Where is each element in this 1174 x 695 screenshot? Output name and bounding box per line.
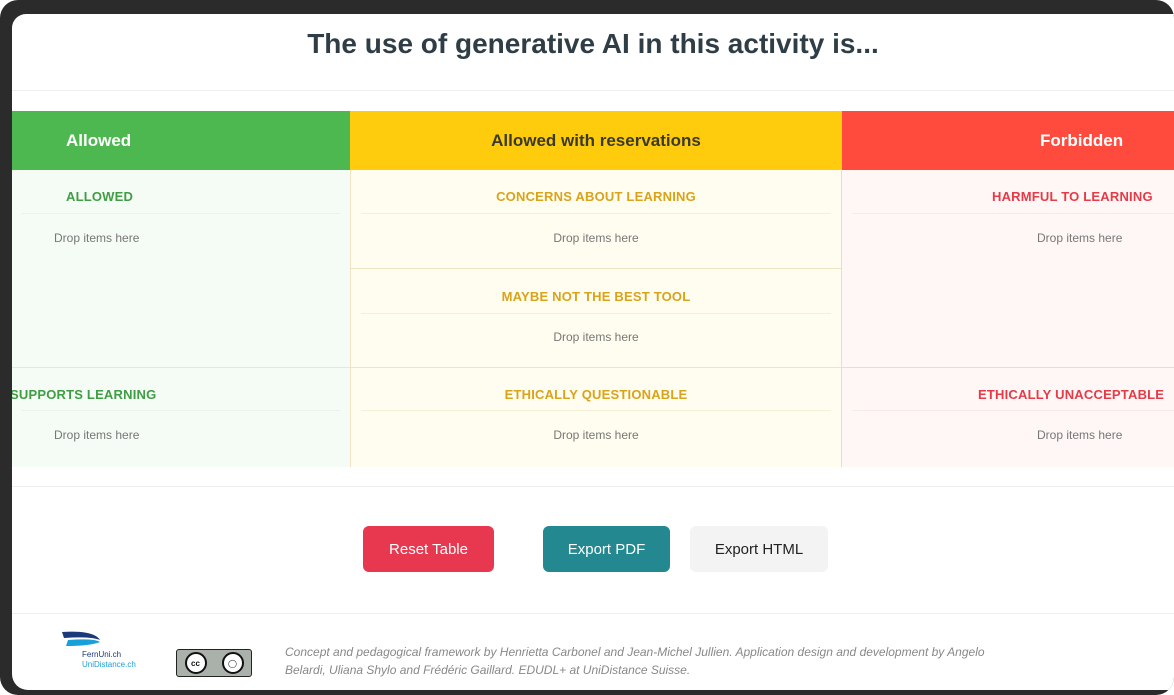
cell-divider bbox=[22, 213, 340, 214]
drop-hint-concerns-learning: Drop items here bbox=[553, 231, 639, 245]
drop-hint-ethically-unacceptable: Drop items here bbox=[1037, 428, 1123, 442]
page-title: The use of generative AI in this activit… bbox=[307, 28, 879, 59]
title-divider bbox=[12, 90, 1174, 91]
drop-hint-maybe-not-best: Drop items here bbox=[553, 330, 639, 344]
cell-divider bbox=[852, 410, 1174, 411]
credits-text: Concept and pedagogical framework by Hen… bbox=[285, 645, 985, 677]
device-frame: The use of generative AI in this activit… bbox=[0, 0, 1174, 695]
column-header-forbidden-label: Forbidden bbox=[1040, 130, 1124, 150]
drop-zone-allowed[interactable]: ALLOWED Drop items here bbox=[12, 170, 350, 367]
swoosh-icon bbox=[62, 631, 100, 646]
drop-hint-ethically-questionable: Drop items here bbox=[553, 428, 639, 442]
drop-zone-maybe-not-best[interactable]: MAYBE NOT THE BEST TOOL Drop items here bbox=[351, 269, 841, 367]
drop-hint-allowed: Drop items here bbox=[54, 231, 140, 245]
cell-title-maybe-not-best: MAYBE NOT THE BEST TOOL bbox=[501, 289, 691, 304]
cell-divider bbox=[852, 213, 1174, 214]
column-allowed: ALLOWED Drop items here SUPPORTS LEARNIN… bbox=[12, 170, 350, 467]
logo-text-unidistance: UniDistance.ch bbox=[82, 660, 136, 669]
logo-text-fernuni: FernUni.ch bbox=[82, 650, 122, 659]
creative-commons-badge[interactable]: cc ◯ bbox=[176, 649, 252, 677]
cell-divider bbox=[22, 410, 340, 411]
cell-title-supports-learning: SUPPORTS LEARNING bbox=[12, 387, 157, 402]
cell-divider bbox=[361, 313, 831, 314]
column-reservations: CONCERNS ABOUT LEARNING Drop items here … bbox=[350, 170, 842, 467]
cell-title-allowed: ALLOWED bbox=[66, 189, 134, 204]
export-html-button[interactable]: Export HTML bbox=[690, 526, 828, 572]
by-person-icon: ◯ bbox=[221, 652, 244, 674]
cc-icon: cc bbox=[184, 652, 207, 674]
reset-table-button[interactable]: Reset Table bbox=[363, 526, 494, 572]
drop-zone-ethically-unacceptable[interactable]: ETHICALLY UNACCEPTABLE Drop items here bbox=[842, 368, 1174, 467]
table-bottom-divider bbox=[12, 486, 1174, 487]
column-header-allowed-label: Allowed bbox=[66, 130, 132, 150]
column-header-reservations-label: Allowed with reservations bbox=[491, 130, 701, 150]
cell-divider bbox=[361, 213, 831, 214]
cell-divider bbox=[361, 410, 831, 411]
cell-title-harmful-learning: HARMFUL TO LEARNING bbox=[992, 189, 1153, 204]
footer-divider bbox=[12, 613, 1174, 614]
drop-hint-harmful-learning: Drop items here bbox=[1037, 231, 1123, 245]
drop-zone-harmful-learning[interactable]: HARMFUL TO LEARNING Drop items here bbox=[842, 170, 1174, 367]
app-screen: The use of generative AI in this activit… bbox=[12, 14, 1174, 690]
column-header-forbidden: Forbidden bbox=[842, 111, 1174, 170]
cell-title-ethically-questionable: ETHICALLY QUESTIONABLE bbox=[504, 387, 688, 402]
cell-title-ethically-unacceptable: ETHICALLY UNACCEPTABLE bbox=[978, 387, 1165, 402]
export-pdf-button[interactable]: Export PDF bbox=[543, 526, 670, 572]
column-header-allowed: Allowed bbox=[12, 111, 350, 170]
fernuni-logo[interactable]: FernUni.ch UniDistance.ch bbox=[54, 628, 136, 678]
drop-zone-supports-learning[interactable]: SUPPORTS LEARNING Drop items here bbox=[12, 368, 350, 467]
column-header-reservations: Allowed with reservations bbox=[350, 111, 842, 170]
cell-title-concerns-learning: CONCERNS ABOUT LEARNING bbox=[496, 189, 696, 204]
drop-zone-ethically-questionable[interactable]: ETHICALLY QUESTIONABLE Drop items here bbox=[351, 368, 841, 467]
drop-hint-supports-learning: Drop items here bbox=[54, 428, 140, 442]
column-forbidden: HARMFUL TO LEARNING Drop items here ETHI… bbox=[842, 170, 1174, 467]
drop-zone-concerns-learning[interactable]: CONCERNS ABOUT LEARNING Drop items here bbox=[351, 170, 841, 268]
